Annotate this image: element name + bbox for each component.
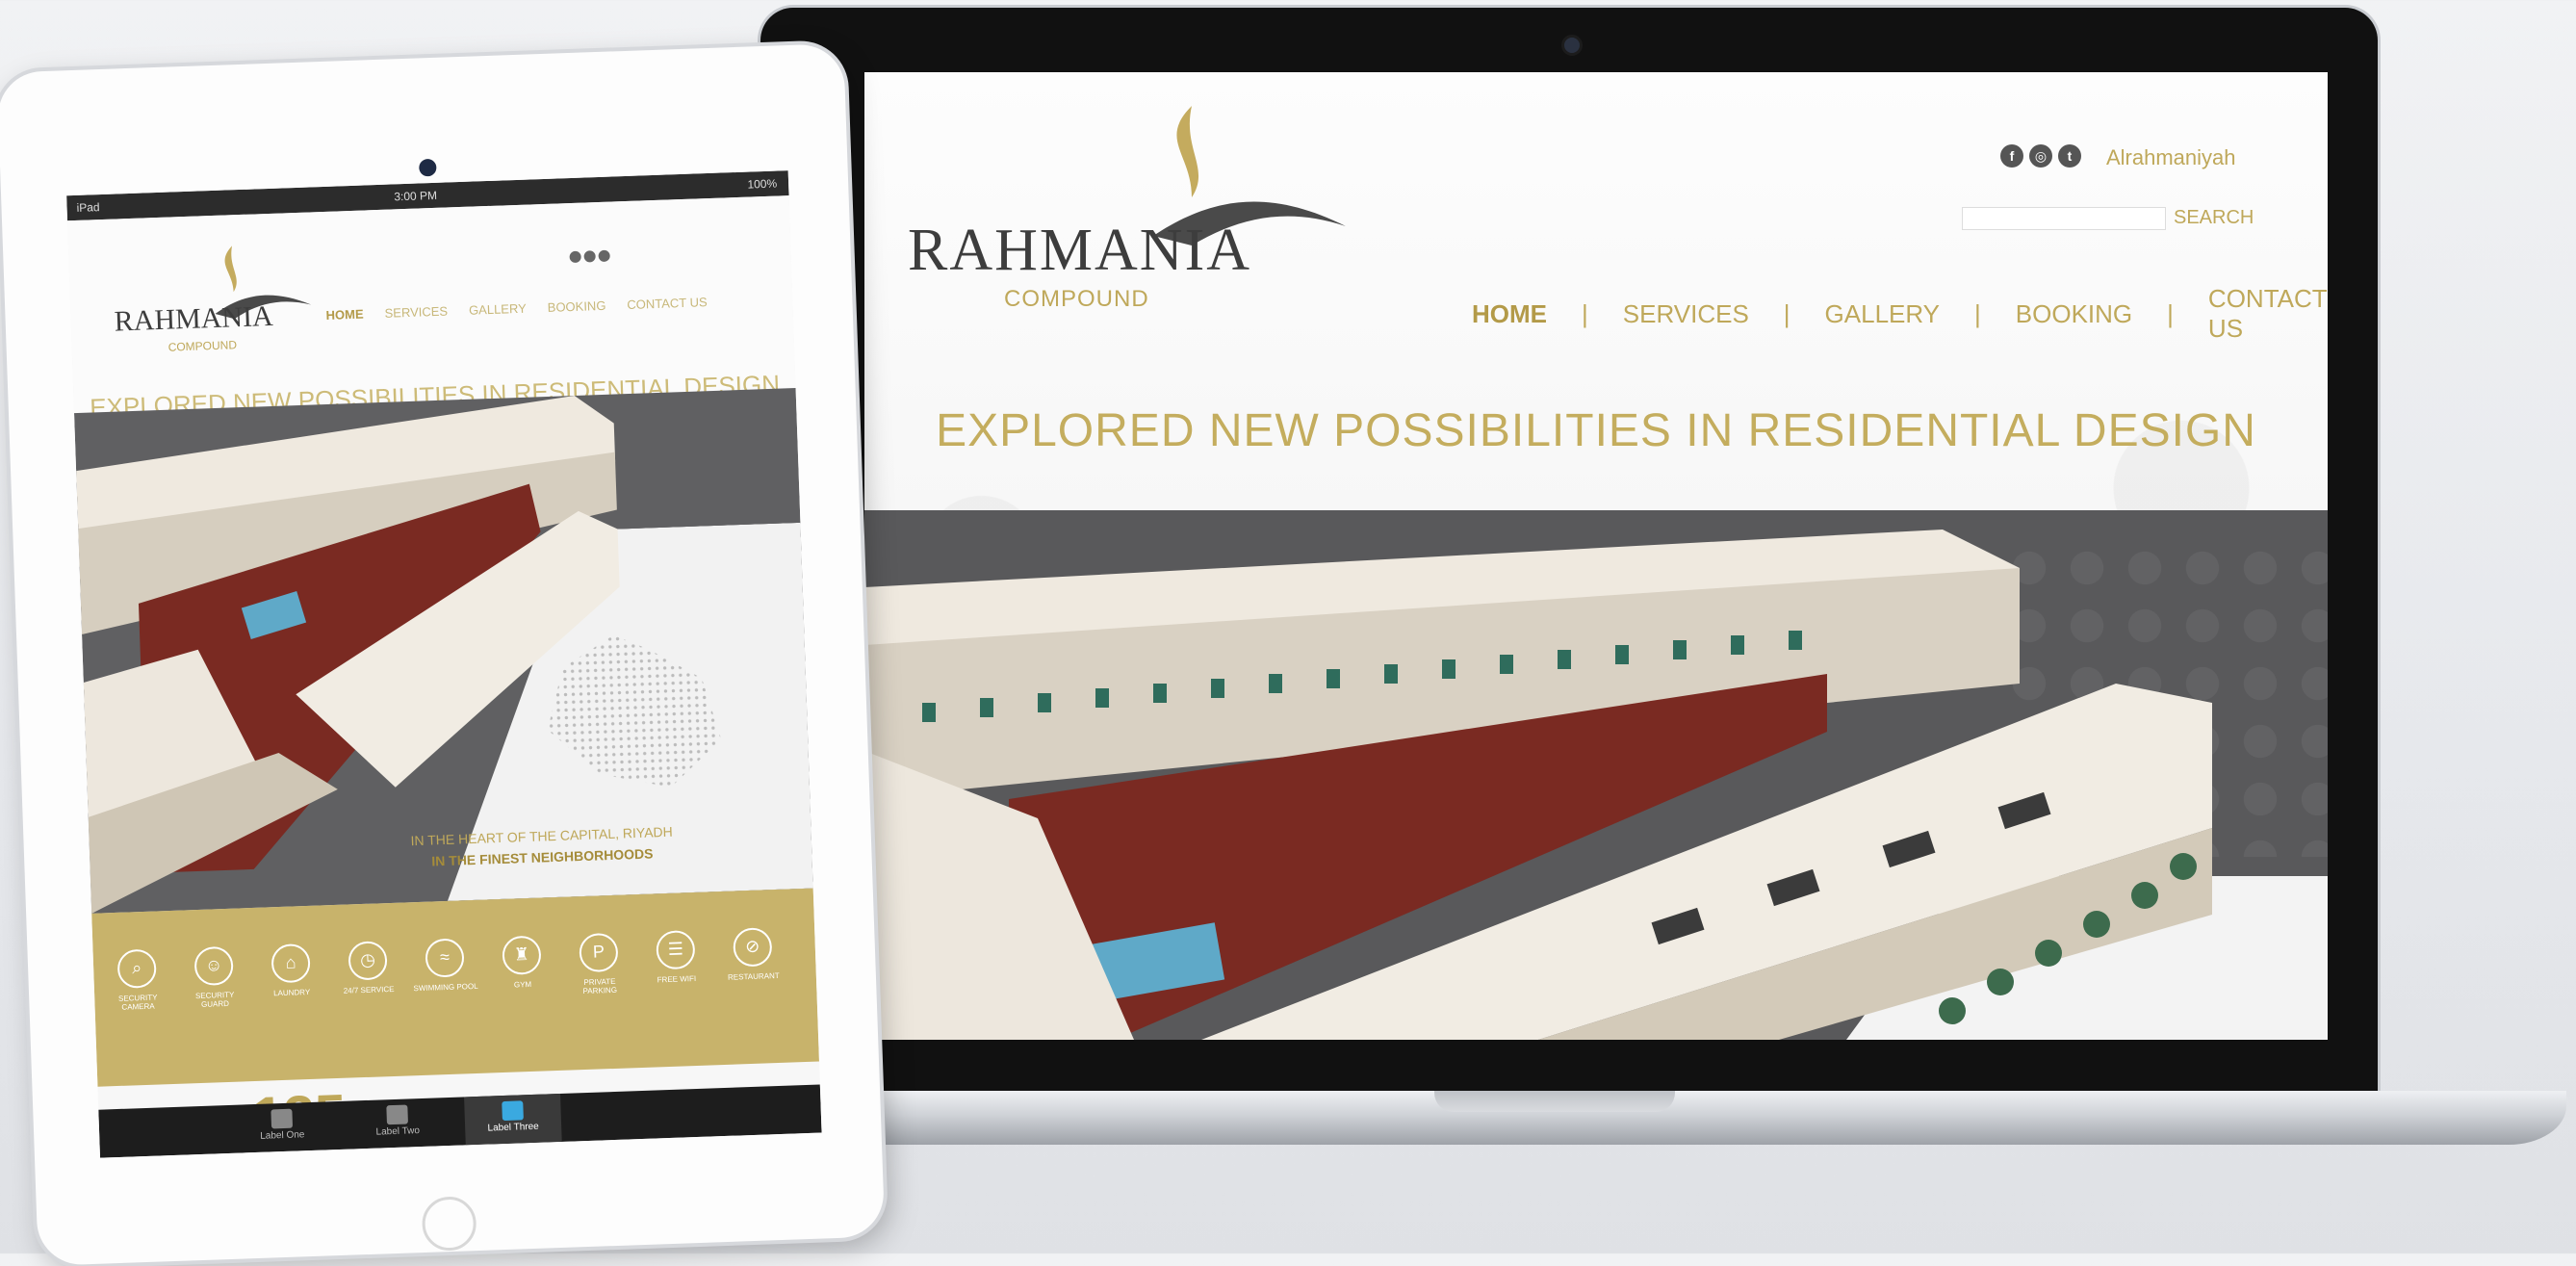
tablet-camera-icon — [419, 158, 437, 177]
desktop-website: RAHMANIA COMPOUND f ◎ t Alrahmaniyah SEA… — [864, 72, 2328, 1040]
mobile-social-links — [569, 249, 610, 264]
gamepad-icon — [270, 1108, 294, 1129]
main-nav: HOME | SERVICES | GALLERY | BOOKING | CO… — [1437, 284, 2328, 344]
service-item[interactable]: ♜ GYM — [487, 935, 556, 990]
status-time: 3:00 PM — [394, 188, 438, 204]
service-label: SECURITY CAMERA — [117, 993, 158, 1012]
service-item[interactable]: ◷ 24/7 SERVICE — [333, 941, 402, 995]
search-button[interactable]: SEARCH — [2174, 207, 2254, 229]
nav-home[interactable]: HOME — [1437, 299, 1582, 329]
nav-separator: | — [1582, 298, 1588, 328]
tab-label-three[interactable]: Label Three — [464, 1093, 562, 1146]
service-item[interactable]: ⌕ SECURITY CAMERA — [103, 948, 172, 1012]
tab-label: Label Two — [375, 1125, 421, 1138]
tablet-device: iPad 3:00 PM 100% RAHMANIA COMPOUND HOME… — [0, 43, 886, 1266]
tab-bar: Label One Label Two Label Three — [98, 1084, 822, 1158]
search-input[interactable] — [1962, 207, 2166, 230]
mobile-nav: HOME SERVICES GALLERY BOOKING CONTACT US — [325, 295, 708, 323]
instagram-icon[interactable]: ◎ — [2029, 144, 2052, 168]
instagram-icon[interactable] — [583, 250, 596, 263]
service-label: SECURITY GUARD — [194, 990, 235, 1009]
service-item[interactable]: ☰ FREE WIFI — [641, 929, 710, 984]
tab-label-two[interactable]: Label Two — [348, 1098, 447, 1149]
service-item[interactable]: ≈ SWIMMING POOL — [410, 938, 479, 993]
twitter-icon[interactable]: t — [2058, 144, 2081, 168]
nav-home[interactable]: HOME — [325, 307, 363, 323]
facebook-icon[interactable] — [569, 250, 581, 264]
tab-label: Label One — [260, 1129, 305, 1142]
home-button[interactable] — [421, 1196, 477, 1253]
laptop-notch — [1434, 1091, 1675, 1112]
service-item[interactable]: ⌂ LAUNDRY — [256, 943, 325, 997]
mobile-logo-name[interactable]: RAHMANIA — [114, 300, 273, 339]
nav-contact-us[interactable]: CONTACT US — [627, 295, 708, 312]
clock-icon: ◷ — [348, 941, 388, 981]
service-item[interactable]: P PRIVATE PARKING — [564, 932, 633, 995]
nav-gallery[interactable]: GALLERY — [469, 301, 527, 318]
restaurant-icon: ⊘ — [733, 927, 773, 968]
nav-contact-us[interactable]: CONTACT US — [2174, 284, 2328, 344]
facebook-icon[interactable]: f — [2000, 144, 2023, 168]
mobile-logo-subtitle: COMPOUND — [167, 338, 238, 354]
parking-icon: P — [579, 932, 619, 973]
service-label: GYM — [513, 979, 532, 990]
tab-label: Label Three — [487, 1121, 539, 1134]
tab-label-one[interactable]: Label One — [233, 1101, 331, 1152]
hero-image — [864, 510, 2328, 1040]
service-label: RESTAURANT — [727, 970, 780, 982]
camera-icon: ⌕ — [116, 948, 157, 989]
nav-booking[interactable]: BOOKING — [547, 298, 605, 315]
nav-gallery[interactable]: GALLERY — [1790, 299, 1974, 329]
battery-level: 100% — [747, 176, 778, 192]
service-item[interactable]: ⊘ RESTAURANT — [718, 927, 787, 982]
social-links: f ◎ t — [2000, 144, 2081, 168]
nav-booking[interactable]: BOOKING — [1981, 299, 2167, 329]
service-label: LAUNDRY — [272, 987, 311, 998]
compound-rendering-image — [864, 530, 2212, 1040]
webcam-icon — [1561, 35, 1583, 56]
mobile-header: RAHMANIA COMPOUND HOME SERVICES GALLERY … — [67, 195, 796, 423]
site-logo-subtitle: COMPOUND — [1004, 286, 1149, 312]
mobile-hero-image: IN THE HEART OF THE CAPITAL, RIYADH IN T… — [74, 387, 813, 914]
site-logo-name[interactable]: RAHMANIA — [908, 217, 1251, 285]
nav-services[interactable]: SERVICES — [384, 304, 448, 321]
pool-icon: ≈ — [425, 938, 465, 978]
guard-icon: ☺ — [193, 945, 234, 987]
nav-separator: | — [2167, 298, 2174, 328]
service-label: FREE WIFI — [657, 973, 697, 985]
device-label: iPad — [76, 200, 100, 215]
site-header: RAHMANIA COMPOUND f ◎ t Alrahmaniyah SEA… — [864, 72, 2328, 510]
hero-tagline: EXPLORED NEW POSSIBILITIES IN RESIDENTIA… — [936, 405, 2256, 456]
service-label: 24/7 SERVICE — [343, 984, 395, 995]
laundry-icon: ⌂ — [270, 943, 311, 984]
gym-icon: ♜ — [502, 935, 542, 975]
twitter-icon[interactable] — [598, 249, 610, 263]
nav-services[interactable]: SERVICES — [1588, 299, 1784, 329]
tablet-website: iPad 3:00 PM 100% RAHMANIA COMPOUND HOME… — [66, 170, 822, 1158]
monitor-icon — [502, 1100, 524, 1122]
social-handle[interactable]: Alrahmaniyah — [2106, 145, 2236, 170]
service-label: PRIVATE PARKING — [582, 976, 618, 996]
service-item[interactable]: ☺ SECURITY GUARD — [179, 945, 248, 1009]
nav-separator: | — [1783, 298, 1790, 328]
nav-separator: | — [1974, 298, 1981, 328]
phone-icon — [386, 1104, 408, 1125]
wifi-icon: ☰ — [656, 929, 696, 970]
